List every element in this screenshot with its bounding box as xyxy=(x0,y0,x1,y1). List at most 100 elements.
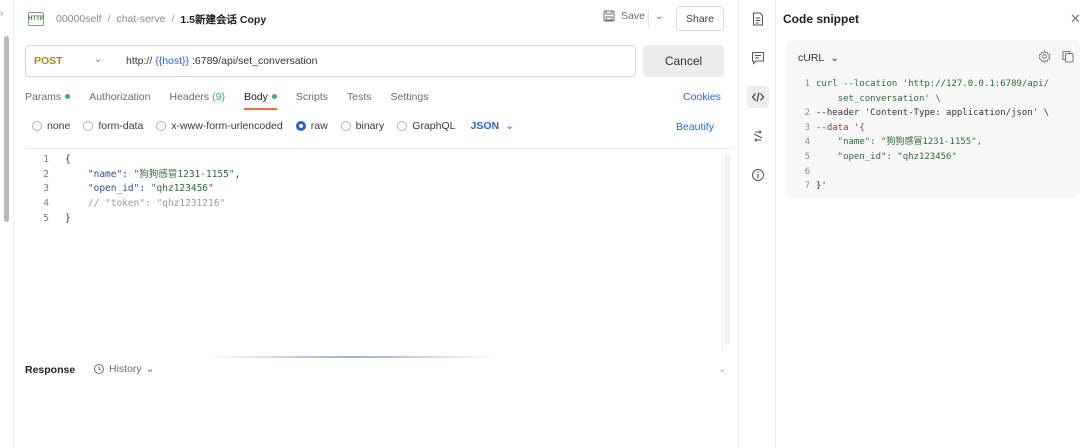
line-number: 3 xyxy=(43,183,49,195)
copy-icon[interactable] xyxy=(1062,50,1074,63)
related-icon[interactable] xyxy=(747,125,769,147)
radio-circle xyxy=(295,121,306,131)
line-number: 4 xyxy=(43,198,49,210)
snippet-line: set_conversation' \ xyxy=(816,93,941,104)
close-icon[interactable]: ✕ xyxy=(1070,11,1080,27)
code-line: // "token": "qhz1231216" xyxy=(65,197,240,212)
format-select[interactable]: JSON ⌄ xyxy=(470,120,513,132)
radio-graphql[interactable]: GraphQL xyxy=(397,120,455,132)
tab-label: Body xyxy=(243,91,268,103)
share-button[interactable]: Share xyxy=(676,6,724,31)
snippet-code[interactable]: curl --location 'http://127.0.0.1:6789/a… xyxy=(816,77,1049,194)
http-request-icon: HTTP xyxy=(28,12,44,26)
line-number: 5 xyxy=(804,151,810,162)
chevron-down-icon: ⌄ xyxy=(145,363,155,375)
gear-icon[interactable] xyxy=(1038,50,1051,63)
code-brace: { xyxy=(65,154,71,165)
history-button[interactable]: History ⌄ xyxy=(93,363,154,375)
code-line: "name": "狗狗感冒1231-1155", xyxy=(87,168,241,180)
code-value: "狗狗感冒1231-1155" xyxy=(133,168,235,180)
line-number: 1 xyxy=(43,154,49,165)
line-number: 2 xyxy=(804,108,810,119)
url-prefix: http:// xyxy=(126,55,153,67)
response-heading: Response xyxy=(25,364,76,376)
code-line: "open_id": "qhz123456" xyxy=(87,183,214,195)
history-icon xyxy=(93,363,105,375)
line-number: 1 xyxy=(804,79,810,89)
url-input[interactable]: http:// {{host}} :6789/api/set_conversat… xyxy=(126,55,318,67)
request-tabs: Params Authorization Headers (9) Body Sc… xyxy=(25,88,447,110)
cookies-link[interactable]: Cookies xyxy=(683,91,721,103)
radio-label: none xyxy=(47,120,71,132)
tab-settings[interactable]: Settings xyxy=(391,88,429,110)
cancel-button[interactable]: Cancel xyxy=(643,45,724,77)
snippet-line: "open_id": "qhz123456" xyxy=(816,151,957,162)
url-suffix: :6789/api/set_conversation xyxy=(191,55,318,67)
request-name[interactable]: 1.5新建会话 Copy xyxy=(180,12,266,27)
tab-label: Settings xyxy=(390,91,429,103)
pane-resize-handle[interactable] xyxy=(205,356,500,358)
tab-authorization[interactable]: Authorization xyxy=(89,88,150,110)
save-icon xyxy=(603,10,615,22)
radio-circle xyxy=(32,121,42,131)
line-number: 6 xyxy=(804,166,810,177)
chevron-right-icon[interactable]: › xyxy=(0,8,10,19)
language-label: cURL xyxy=(798,52,825,64)
body-editor[interactable]: 1 2 3 4 5 { "name": "狗狗感冒1231-1155", "op… xyxy=(25,148,734,353)
url-variable: {{host}} xyxy=(155,55,190,67)
radio-raw[interactable]: raw xyxy=(295,120,328,132)
method-select[interactable]: POST xyxy=(34,55,63,67)
code-value: "qhz123456" xyxy=(150,183,214,195)
radio-label: x-www-form-urlencoded xyxy=(171,120,283,132)
radio-label: raw xyxy=(310,120,328,132)
radio-urlencoded[interactable]: x-www-form-urlencoded xyxy=(156,120,283,132)
save-options-chevron-icon[interactable]: ⌄ xyxy=(655,11,663,22)
code-line: { xyxy=(65,153,240,168)
chevron-down-icon: ⌄ xyxy=(830,52,840,64)
format-label: JSON xyxy=(470,120,500,132)
radio-form-data[interactable]: form-data xyxy=(83,120,143,132)
tab-scripts[interactable]: Scripts xyxy=(296,88,328,110)
breadcrumb-collection[interactable]: chat-serve xyxy=(116,13,165,25)
status-dot xyxy=(271,93,277,99)
tab-label: Authorization xyxy=(89,91,151,103)
code-key: "open_id" xyxy=(87,183,140,195)
tab-body[interactable]: Body xyxy=(243,88,277,110)
tab-tests[interactable]: Tests xyxy=(347,88,372,110)
chevron-down-icon[interactable]: ⌄ xyxy=(94,54,102,65)
breadcrumb-workspace[interactable]: 00000self xyxy=(56,13,102,25)
right-sidebar xyxy=(738,0,776,448)
code-icon[interactable] xyxy=(747,86,769,108)
radio-circle xyxy=(83,121,94,131)
line-number xyxy=(798,92,810,107)
body-type-selector: none form-data x-www-form-urlencoded raw… xyxy=(32,120,514,132)
editor-scrollbar-thumb[interactable] xyxy=(724,155,730,345)
radio-binary[interactable]: binary xyxy=(340,120,384,132)
radio-none[interactable]: none xyxy=(32,120,70,132)
language-select[interactable]: cURL ⌄ xyxy=(798,52,839,64)
snippet-line: }' xyxy=(816,181,827,192)
tab-headers[interactable]: Headers (9) xyxy=(169,88,224,110)
line-number: 3 xyxy=(804,122,810,133)
collapse-chevron-icon[interactable]: ⌄ xyxy=(718,364,726,375)
line-number: 4 xyxy=(804,137,810,148)
radio-label: form-data xyxy=(98,120,144,132)
tab-label: Scripts xyxy=(295,91,328,103)
radio-label: GraphQL xyxy=(412,120,456,132)
radio-circle xyxy=(156,121,167,131)
code-content[interactable]: { "name": "狗狗感冒1231-1155", "open_id": "q… xyxy=(65,153,240,227)
divider xyxy=(648,10,649,28)
breadcrumb: HTTP 00000self / chat-serve / 1.5新建会话 Co… xyxy=(28,6,266,32)
save-label: Save xyxy=(621,10,645,22)
line-number: 7 xyxy=(804,181,810,192)
scrollbar-thumb[interactable] xyxy=(4,36,9,222)
beautify-link[interactable]: Beautify xyxy=(676,121,714,133)
save-button[interactable]: Save xyxy=(603,10,645,22)
comment-icon[interactable] xyxy=(747,47,769,69)
tab-params[interactable]: Params xyxy=(25,88,71,110)
chevron-down-icon: ⌄ xyxy=(505,120,514,132)
info-icon[interactable] xyxy=(747,164,769,186)
tab-count: (9) xyxy=(212,91,225,103)
tab-label: Headers xyxy=(169,91,210,103)
document-icon[interactable] xyxy=(747,8,769,30)
